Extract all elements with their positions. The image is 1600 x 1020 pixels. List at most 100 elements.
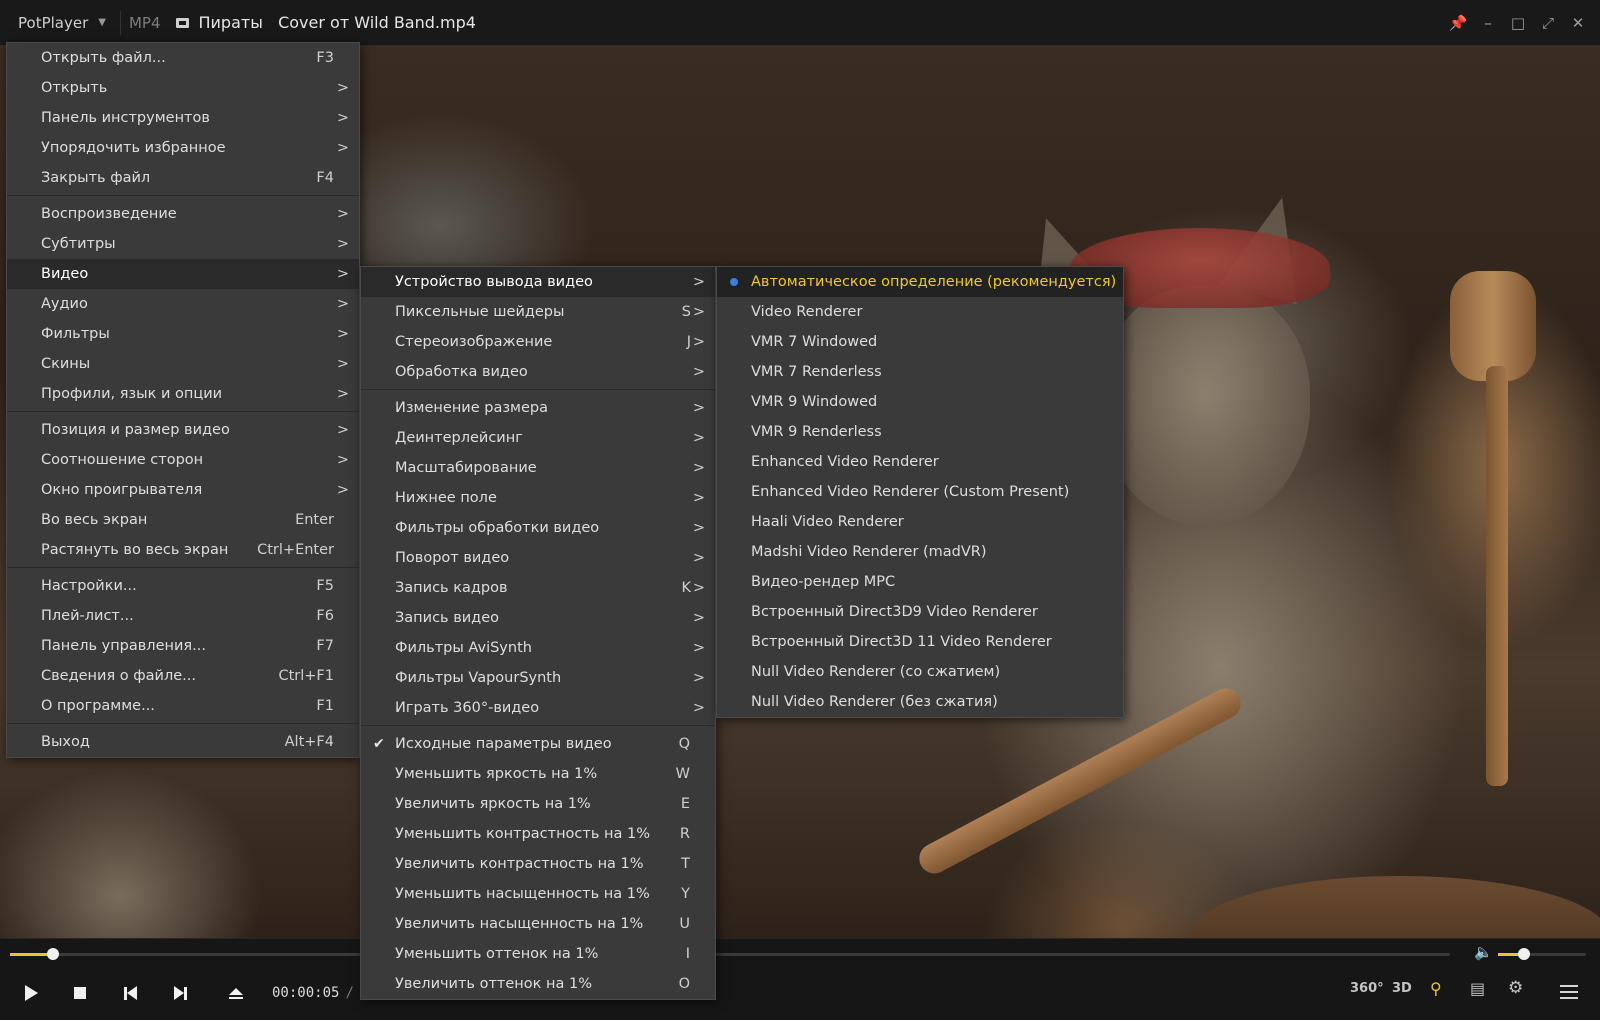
video-menu-item[interactable]: ✔ Исходные параметры видео Q <box>361 729 715 759</box>
main-menu-item[interactable]: Субтитры > <box>7 229 359 259</box>
video-menu-item[interactable]: Пиксельные шейдеры S > <box>361 297 715 327</box>
stop-icon <box>74 987 86 999</box>
gear-icon[interactable]: ⚙ <box>1508 978 1523 998</box>
close-icon[interactable]: ✕ <box>1566 11 1590 35</box>
main-menu-item[interactable]: Фильтры > <box>7 319 359 349</box>
renderer-menu-item[interactable]: Автоматическое определение (рекомендуетс… <box>717 267 1123 297</box>
video-menu-item[interactable]: Увеличить яркость на 1% E <box>361 789 715 819</box>
video-menu-item[interactable]: Увеличить оттенок на 1% O <box>361 969 715 999</box>
video-menu-item[interactable]: Стереоизображение J > <box>361 327 715 357</box>
submenu-arrow-icon: > <box>692 430 705 446</box>
video-menu-item[interactable]: Играть 360°-видео > <box>361 693 715 723</box>
volume-handle[interactable] <box>1518 948 1531 960</box>
menu-item-label: Пиксельные шейдеры <box>395 304 565 320</box>
main-menu-item[interactable]: Открыть > <box>7 73 359 103</box>
submenu-arrow-icon: > <box>692 610 705 626</box>
main-menu-item[interactable]: О программе... F1 <box>7 691 359 721</box>
playlist-icon[interactable]: ▤ <box>1470 979 1485 998</box>
main-menu-item[interactable]: Открыть файл... F3 <box>7 43 359 73</box>
main-menu-item[interactable]: Профили, язык и опции > <box>7 379 359 409</box>
renderer-menu-item[interactable]: VMR 9 Renderless <box>717 417 1123 447</box>
submenu-video: Устройство вывода видео > Пиксельные шейде… <box>360 266 716 1000</box>
renderer-menu-item[interactable]: Видео-рендер MPC <box>717 567 1123 597</box>
submenu-arrow-icon: > <box>336 236 349 252</box>
renderer-menu-item[interactable]: Встроенный Direct3D 11 Video Renderer <box>717 627 1123 657</box>
video-menu-item[interactable]: Уменьшить насыщенность на 1% Y <box>361 879 715 909</box>
video-menu-item[interactable]: Фильтры VapourSynth > <box>361 663 715 693</box>
menu-item-label: Madshi Video Renderer (madVR) <box>751 544 987 560</box>
menu-item-label: Уменьшить насыщенность на 1% <box>395 886 650 902</box>
video-menu-item[interactable]: Увеличить насыщенность на 1% U <box>361 909 715 939</box>
renderer-menu-item[interactable]: Haali Video Renderer <box>717 507 1123 537</box>
main-menu-item[interactable]: Во весь экран Enter <box>7 505 359 535</box>
main-menu-item[interactable]: Закрыть файл F4 <box>7 163 359 193</box>
submenu-arrow-icon: > <box>336 326 349 342</box>
submenu-arrow-icon: > <box>336 386 349 402</box>
pin-icon[interactable]: 📌 <box>1446 11 1470 35</box>
next-button[interactable] <box>162 975 198 1011</box>
video-menu-item[interactable]: Устройство вывода видео > <box>361 267 715 297</box>
video-menu-item[interactable]: Нижнее поле > <box>361 483 715 513</box>
fullscreen-icon[interactable]: ⤢ <box>1536 11 1560 35</box>
vr360-button[interactable]: 360° <box>1350 981 1384 996</box>
menu-item-shortcut: F4 <box>316 170 334 186</box>
menu-icon[interactable] <box>1560 985 1578 1003</box>
minimize-icon[interactable]: – <box>1476 11 1500 35</box>
main-menu-item[interactable]: Воспроизведение > <box>7 199 359 229</box>
main-menu-item[interactable]: Позиция и размер видео > <box>7 415 359 445</box>
menu-item-shortcut: R <box>679 826 690 842</box>
main-menu-item[interactable]: Сведения о файле... Ctrl+F1 <box>7 661 359 691</box>
renderer-menu-item[interactable]: Madshi Video Renderer (madVR) <box>717 537 1123 567</box>
renderer-menu-item[interactable]: Null Video Renderer (со сжатием) <box>717 657 1123 687</box>
volume-icon[interactable]: 🔈 <box>1474 943 1493 961</box>
renderer-menu-item[interactable]: Video Renderer <box>717 297 1123 327</box>
video-menu-item[interactable]: Поворот видео > <box>361 543 715 573</box>
video-menu-item[interactable]: Деинтерлейсинг > <box>361 423 715 453</box>
maximize-icon[interactable]: □ <box>1506 11 1530 35</box>
main-menu-item[interactable]: Видео > <box>7 259 359 289</box>
menu-item-label: О программе... <box>41 698 155 714</box>
menu-item-label: Соотношение сторон <box>41 452 204 468</box>
video-menu-item[interactable]: Запись кадров K > <box>361 573 715 603</box>
main-menu-item[interactable]: Упорядочить избранное > <box>7 133 359 163</box>
main-menu-item[interactable]: Панель управления... F7 <box>7 631 359 661</box>
renderer-menu-item[interactable]: VMR 7 Renderless <box>717 357 1123 387</box>
main-menu-item[interactable]: Аудио > <box>7 289 359 319</box>
eject-button[interactable] <box>218 975 254 1011</box>
video-menu-item[interactable]: Обработка видео > <box>361 357 715 387</box>
app-menu-button[interactable]: PotPlayer ▼ <box>0 0 120 45</box>
main-menu-item[interactable]: Плей-лист... F6 <box>7 601 359 631</box>
video-menu-item[interactable]: Уменьшить контрастность на 1% R <box>361 819 715 849</box>
video-menu-item[interactable]: Масштабирование > <box>361 453 715 483</box>
video-menu-item[interactable]: Запись видео > <box>361 603 715 633</box>
seek-bar[interactable] <box>10 948 1450 960</box>
renderer-menu-item[interactable]: Null Video Renderer (без сжатия) <box>717 687 1123 717</box>
stop-button[interactable] <box>62 975 98 1011</box>
video-menu-item[interactable]: Фильтры обработки видео > <box>361 513 715 543</box>
search-subtitles-icon[interactable]: ⚲ <box>1430 979 1442 998</box>
video-menu-item[interactable]: Уменьшить яркость на 1% W <box>361 759 715 789</box>
previous-button[interactable] <box>112 975 148 1011</box>
renderer-menu-item[interactable]: Встроенный Direct3D9 Video Renderer <box>717 597 1123 627</box>
main-menu-item[interactable]: Растянуть во весь экран Ctrl+Enter <box>7 535 359 565</box>
menu-item-label: VMR 9 Renderless <box>751 424 882 440</box>
main-menu-item[interactable]: Скины > <box>7 349 359 379</box>
stereo3d-button[interactable]: 3D <box>1392 981 1412 996</box>
renderer-menu-item[interactable]: Enhanced Video Renderer <box>717 447 1123 477</box>
main-menu-item[interactable]: Выход Alt+F4 <box>7 727 359 757</box>
main-menu-item[interactable]: Соотношение сторон > <box>7 445 359 475</box>
main-menu-item[interactable]: Панель инструментов > <box>7 103 359 133</box>
renderer-menu-item[interactable]: VMR 9 Windowed <box>717 387 1123 417</box>
seek-handle[interactable] <box>47 948 60 960</box>
main-menu-item[interactable]: Окно проигрывателя > <box>7 475 359 505</box>
video-menu-item[interactable]: Фильтры AviSynth > <box>361 633 715 663</box>
main-menu-item[interactable]: Настройки... F5 <box>7 571 359 601</box>
video-menu-item[interactable]: Изменение размера > <box>361 393 715 423</box>
video-menu-item[interactable]: Уменьшить оттенок на 1% I <box>361 939 715 969</box>
video-menu-item[interactable]: Увеличить контрастность на 1% T <box>361 849 715 879</box>
volume-slider[interactable] <box>1498 948 1586 960</box>
menu-item-shortcut: F7 <box>316 638 334 654</box>
renderer-menu-item[interactable]: Enhanced Video Renderer (Custom Present) <box>717 477 1123 507</box>
renderer-menu-item[interactable]: VMR 7 Windowed <box>717 327 1123 357</box>
play-button[interactable] <box>12 975 48 1011</box>
